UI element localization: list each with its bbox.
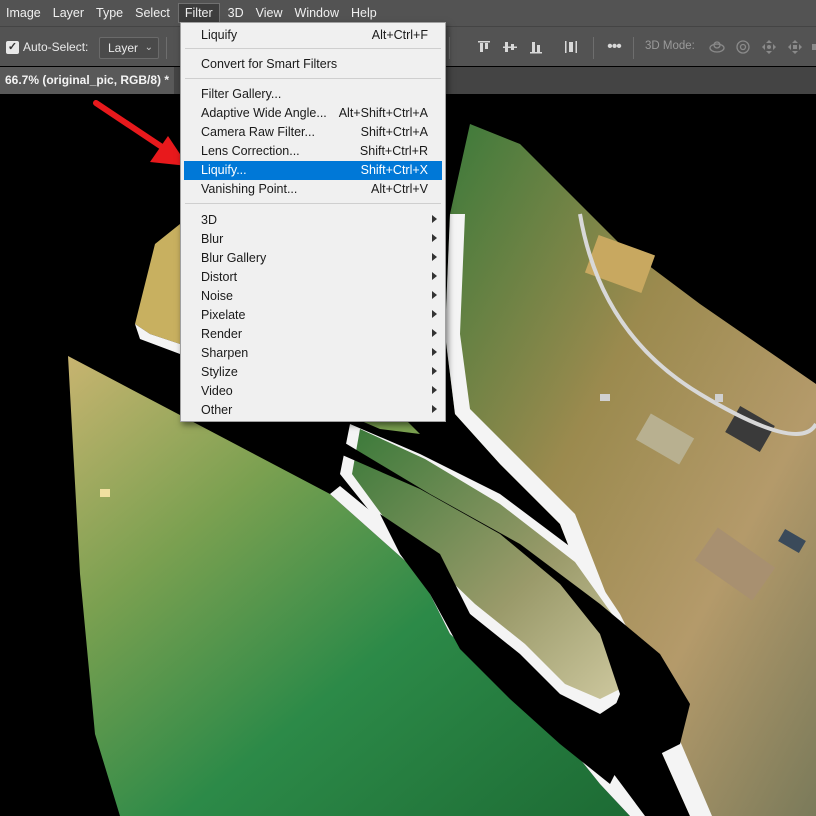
menu-item-shortcut: Shift+Ctrl+X <box>360 163 428 177</box>
menu-item-label: Video <box>201 384 233 398</box>
submenu-render[interactable]: Render <box>184 325 442 344</box>
submenu-stylize[interactable]: Stylize <box>184 363 442 382</box>
submenu-3d[interactable]: 3D <box>184 211 442 230</box>
menu-item-label: Camera Raw Filter... <box>201 125 315 139</box>
menu-item-label: Blur <box>201 232 224 246</box>
submenu-arrow-icon <box>432 234 437 242</box>
submenu-arrow-icon <box>432 215 437 223</box>
filter-menu: Liquify Alt+Ctrl+F Convert for Smart Fil… <box>180 22 446 422</box>
menu-separator <box>185 78 441 79</box>
menu-item-lens-correction[interactable]: Lens Correction... Shift+Ctrl+R <box>184 142 442 161</box>
menu-item-label: 3D <box>201 213 217 227</box>
menu-item-vanishing-point[interactable]: Vanishing Point... Alt+Ctrl+V <box>184 180 442 199</box>
menu-item-shortcut: Alt+Ctrl+V <box>371 182 428 196</box>
menu-item-label: Pixelate <box>201 308 246 322</box>
menu-item-filter-gallery[interactable]: Filter Gallery... <box>184 85 442 104</box>
submenu-arrow-icon <box>432 386 437 394</box>
menu-item-liquify[interactable]: Liquify... Shift+Ctrl+X <box>184 161 442 180</box>
menu-item-label: Blur Gallery <box>201 251 267 265</box>
menu-item-shortcut: Shift+Ctrl+A <box>360 125 428 139</box>
submenu-pixelate[interactable]: Pixelate <box>184 306 442 325</box>
submenu-noise[interactable]: Noise <box>184 287 442 306</box>
submenu-arrow-icon <box>432 367 437 375</box>
menu-item-label: Distort <box>201 270 238 284</box>
menu-item-camera-raw-filter[interactable]: Camera Raw Filter... Shift+Ctrl+A <box>184 123 442 142</box>
submenu-arrow-icon <box>432 291 437 299</box>
menu-item-shortcut: Shift+Ctrl+R <box>359 144 428 158</box>
menu-item-label: Other <box>201 403 233 417</box>
menu-item-label: Convert for Smart Filters <box>201 57 338 71</box>
menu-item-shortcut: Alt+Ctrl+F <box>371 28 428 42</box>
menu-item-label: Noise <box>201 289 233 303</box>
submenu-distort[interactable]: Distort <box>184 268 442 287</box>
submenu-arrow-icon <box>432 253 437 261</box>
menu-item-label: Liquify <box>201 28 238 42</box>
menu-item-label: Sharpen <box>201 346 249 360</box>
menu-item-label: Liquify... <box>201 163 247 177</box>
submenu-sharpen[interactable]: Sharpen <box>184 344 442 363</box>
menu-item-label: Filter Gallery... <box>201 87 282 101</box>
menu-item-label: Adaptive Wide Angle... <box>201 106 327 120</box>
submenu-video[interactable]: Video <box>184 382 442 401</box>
menu-item-convert-smart-filters[interactable]: Convert for Smart Filters <box>184 55 442 74</box>
menu-separator <box>185 203 441 204</box>
submenu-blur[interactable]: Blur <box>184 230 442 249</box>
submenu-arrow-icon <box>432 272 437 280</box>
submenu-arrow-icon <box>432 329 437 337</box>
menu-item-label: Lens Correction... <box>201 144 300 158</box>
menu-separator <box>185 48 441 49</box>
submenu-blur-gallery[interactable]: Blur Gallery <box>184 249 442 268</box>
menu-item-last-filter[interactable]: Liquify Alt+Ctrl+F <box>184 26 442 45</box>
menu-item-shortcut: Alt+Shift+Ctrl+A <box>338 106 428 120</box>
menu-item-label: Stylize <box>201 365 238 379</box>
submenu-arrow-icon <box>432 348 437 356</box>
menu-item-label: Render <box>201 327 242 341</box>
menu-item-label: Vanishing Point... <box>201 182 298 196</box>
submenu-arrow-icon <box>432 310 437 318</box>
submenu-arrow-icon <box>432 405 437 413</box>
submenu-other[interactable]: Other <box>184 401 442 420</box>
menu-item-adaptive-wide-angle[interactable]: Adaptive Wide Angle... Alt+Shift+Ctrl+A <box>184 104 442 123</box>
